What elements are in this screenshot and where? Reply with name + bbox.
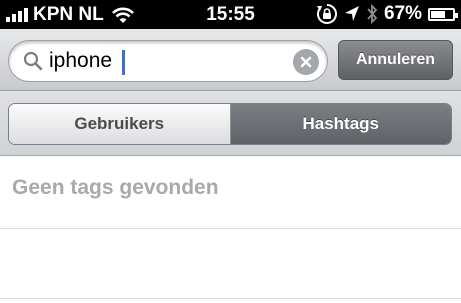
search-field[interactable] — [8, 40, 328, 82]
battery-percentage: 67% — [383, 3, 422, 24]
close-icon — [300, 56, 312, 68]
rotation-lock-icon — [316, 4, 337, 24]
search-bar: Annuleren — [0, 29, 461, 91]
tab-hashtags[interactable]: Hashtags — [230, 104, 451, 144]
search-icon — [23, 51, 43, 71]
battery-fill — [431, 10, 446, 18]
empty-results-message: Geen tags gevonden — [12, 176, 219, 199]
tab-gebruikers[interactable]: Gebruikers — [9, 104, 231, 144]
bluetooth-icon — [367, 4, 378, 24]
list-divider — [0, 298, 461, 299]
status-bar: KPN NL 15:55 67% — [0, 0, 461, 29]
status-right: 67% — [316, 3, 458, 25]
battery-icon — [428, 7, 458, 21]
search-input[interactable] — [49, 47, 279, 75]
list-divider — [0, 228, 461, 229]
cancel-button[interactable]: Annuleren — [338, 40, 453, 80]
text-caret — [122, 50, 125, 75]
segmented-control: Gebruikers Hashtags — [8, 103, 452, 145]
segment-bar: Gebruikers Hashtags — [0, 91, 461, 156]
location-icon — [344, 6, 359, 21]
clear-search-button[interactable] — [293, 49, 319, 75]
